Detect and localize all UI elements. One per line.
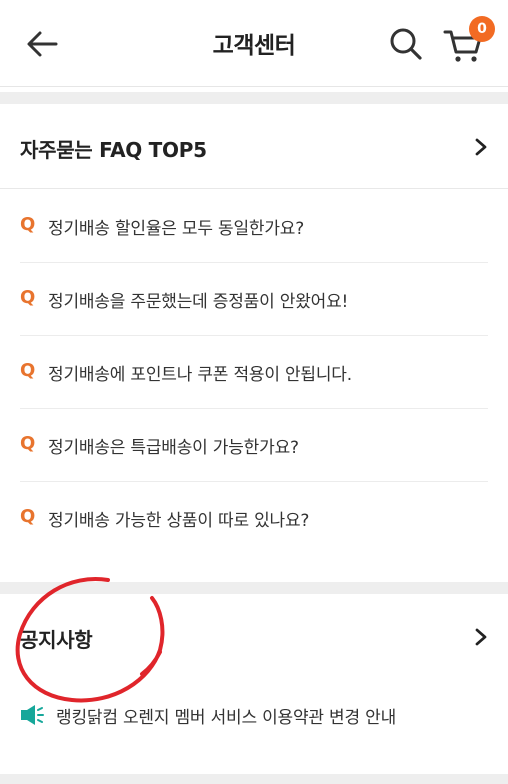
faq-item[interactable]: Q 정기배송을 주문했는데 증정품이 안왔어요! bbox=[20, 263, 488, 336]
q-marker: Q bbox=[20, 287, 36, 308]
notice-section-title: 공지사항 bbox=[20, 628, 93, 652]
section-divider bbox=[0, 774, 508, 784]
faq-question: 정기배송은 특급배송이 가능한가요? bbox=[48, 438, 299, 458]
notice-list-item[interactable]: 랭킹닭컴 오렌지 멤버 서비스 이용약관 변경 안내 bbox=[20, 688, 488, 742]
faq-item[interactable]: Q 정기배송 가능한 상품이 따로 있나요? bbox=[20, 482, 488, 554]
speaker-icon bbox=[21, 705, 44, 725]
q-marker: Q bbox=[20, 214, 36, 235]
q-marker: Q bbox=[20, 433, 36, 454]
faq-question: 정기배송 할인율은 모두 동일한가요? bbox=[48, 219, 305, 239]
q-marker: Q bbox=[20, 506, 36, 527]
cart-count-badge: 0 bbox=[469, 16, 495, 42]
section-divider bbox=[0, 92, 508, 104]
chevron-right-icon bbox=[475, 138, 487, 156]
faq-question: 정기배송에 포인트나 쿠폰 적용이 안됩니다. bbox=[48, 365, 352, 385]
faq-section-header[interactable]: 자주묻는 FAQ TOP5 bbox=[0, 104, 508, 189]
faq-question: 정기배송 가능한 상품이 따로 있나요? bbox=[48, 511, 310, 531]
faq-item[interactable]: Q 정기배송에 포인트나 쿠폰 적용이 안됩니다. bbox=[20, 336, 488, 409]
q-marker: Q bbox=[20, 360, 36, 381]
notice-title: 랭킹닭컴 오렌지 멤버 서비스 이용약관 변경 안내 bbox=[56, 708, 397, 728]
search-icon bbox=[390, 28, 422, 60]
faq-question: 정기배송을 주문했는데 증정품이 안왔어요! bbox=[48, 292, 349, 312]
app-header: 고객센터 0 bbox=[0, 0, 508, 87]
section-divider bbox=[0, 582, 508, 594]
notice-section-header[interactable]: 공지사항 bbox=[0, 594, 508, 678]
faq-section-title: 자주묻는 FAQ TOP5 bbox=[20, 138, 207, 162]
page-title: 고객센터 bbox=[212, 33, 296, 59]
faq-item[interactable]: Q 정기배송 할인율은 모두 동일한가요? bbox=[20, 190, 488, 263]
search-button[interactable] bbox=[388, 26, 424, 62]
faq-item[interactable]: Q 정기배송은 특급배송이 가능한가요? bbox=[20, 409, 488, 482]
chevron-right-icon bbox=[475, 628, 487, 646]
